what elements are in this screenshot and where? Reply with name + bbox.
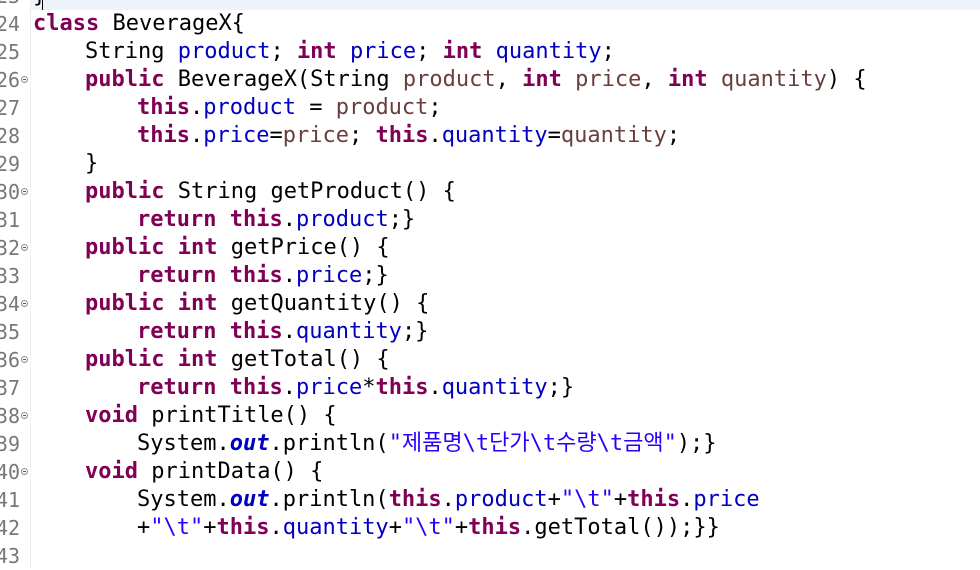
line-number: 29 xyxy=(0,152,21,176)
code-text[interactable]: this.price=price; this.quantity=quantity… xyxy=(137,122,680,150)
code-line[interactable]: 27 this.product = product; xyxy=(0,94,980,122)
code-line[interactable]: 26 public BeverageX(String product, int p… xyxy=(0,66,980,94)
code-line[interactable]: 24 class BeverageX{ xyxy=(0,10,980,38)
line-number: 35 xyxy=(0,320,21,344)
code-text[interactable]: return this.product;} xyxy=(137,206,415,234)
fold-toggle-icon[interactable] xyxy=(21,188,28,195)
code-line[interactable]: 36 public int getTotal() { xyxy=(0,346,980,374)
fold-toggle-icon[interactable] xyxy=(21,300,28,307)
code-line[interactable]: 41 System.out.println(this.product+"\t"+t… xyxy=(0,486,980,514)
code-line[interactable]: 29} xyxy=(0,150,980,178)
line-number: 23 xyxy=(0,0,26,10)
code-line[interactable]: 35 return this.quantity;} xyxy=(0,318,980,346)
code-text[interactable]: } xyxy=(33,0,46,10)
line-number: 33 xyxy=(0,264,21,288)
code-line[interactable]: 40 void printData() { xyxy=(0,458,980,486)
line-number: 27 xyxy=(0,96,21,120)
code-text[interactable]: System.out.println(this.product+"\t"+thi… xyxy=(137,486,760,514)
line-number: 41 xyxy=(0,488,21,512)
code-line[interactable]: 39 System.out.println("제품명\t단가\t수량\t금액");… xyxy=(0,430,980,458)
line-number: 24 xyxy=(0,12,21,36)
code-text[interactable]: return this.price;} xyxy=(137,262,389,290)
code-text[interactable]: String product; int price; int quantity; xyxy=(85,38,615,66)
code-editor[interactable]: 23} 24 class BeverageX{ 25 String product; i… xyxy=(0,0,980,569)
fold-toggle-icon[interactable] xyxy=(21,356,28,363)
code-line[interactable]: 34 public int getQuantity() { xyxy=(0,290,980,318)
fold-toggle-icon[interactable] xyxy=(21,468,28,475)
code-line[interactable]: 42 +"\t"+this.quantity+"\t"+this.getTotal… xyxy=(0,514,980,542)
line-number: 31 xyxy=(0,208,21,232)
code-line[interactable]: 33 return this.price;} xyxy=(0,262,980,290)
code-text[interactable]: public String getProduct() { xyxy=(85,178,456,206)
code-text[interactable]: public int getQuantity() { xyxy=(85,290,429,318)
code-text[interactable]: +"\t"+this.quantity+"\t"+this.getTotal()… xyxy=(137,514,720,542)
code-line[interactable]: 31 return this.product;} xyxy=(0,206,980,234)
code-text[interactable]: System.out.println("제품명\t단가\t수량\t금액");} xyxy=(137,430,717,458)
code-text[interactable]: return this.quantity;} xyxy=(137,318,428,346)
code-line[interactable]: 43 xyxy=(0,542,980,570)
line-number: 37 xyxy=(0,376,21,400)
code-line[interactable]: 30 public String getProduct() { xyxy=(0,178,980,206)
code-text[interactable]: } xyxy=(85,150,98,178)
code-line[interactable]: 32 public int getPrice() { xyxy=(0,234,980,262)
code-line[interactable]: 38 void printTitle() { xyxy=(0,402,980,430)
code-line[interactable]: 37 return this.price*this.quantity;} xyxy=(0,374,980,402)
fold-toggle-icon[interactable] xyxy=(21,244,28,251)
code-line[interactable]: 28 this.price=price; this.quantity=quanti… xyxy=(0,122,980,150)
line-number: 42 xyxy=(0,516,21,540)
fold-toggle-icon[interactable] xyxy=(21,76,28,83)
code-text[interactable]: class BeverageX{ xyxy=(33,10,245,38)
code-text[interactable]: void printData() { xyxy=(85,458,323,486)
code-text[interactable]: void printTitle() { xyxy=(85,402,337,430)
code-text[interactable]: public int getPrice() { xyxy=(85,234,390,262)
line-number: 39 xyxy=(0,432,21,456)
code-line[interactable]: 23} xyxy=(0,0,980,10)
code-text[interactable]: this.product = product; xyxy=(137,94,442,122)
code-line[interactable]: 25 String product; int price; int quantit… xyxy=(0,38,980,66)
code-text[interactable]: return this.price*this.quantity;} xyxy=(137,374,574,402)
line-number: 28 xyxy=(0,124,21,148)
fold-toggle-icon[interactable] xyxy=(21,412,28,419)
line-number: 25 xyxy=(0,40,21,64)
code-text[interactable]: public int getTotal() { xyxy=(85,346,390,374)
line-number: 43 xyxy=(0,544,21,568)
code-text[interactable]: public BeverageX(String product, int pri… xyxy=(85,66,867,94)
